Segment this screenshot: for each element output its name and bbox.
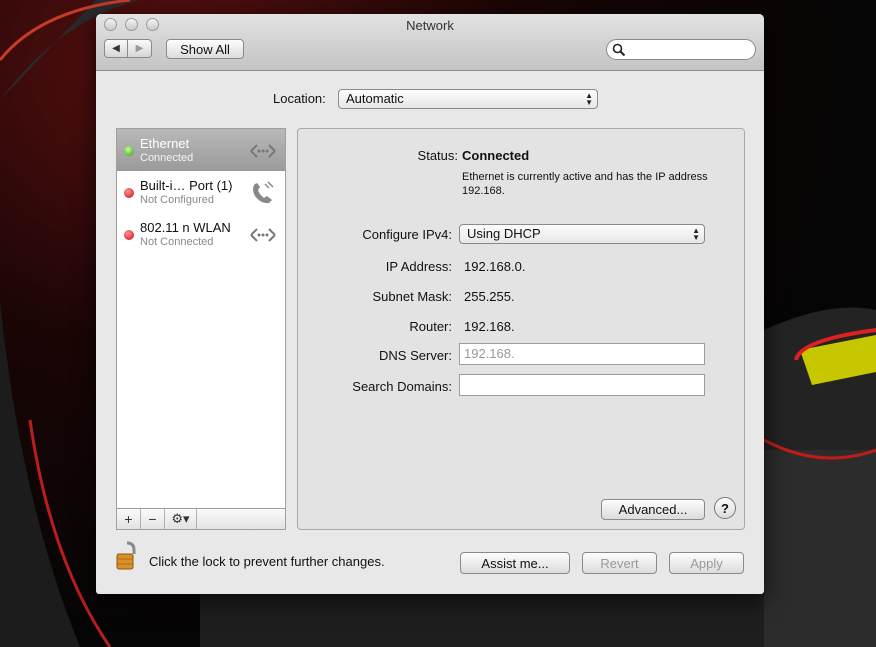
search-field[interactable] (606, 39, 756, 60)
ip-address-value: 192.168.0. (464, 259, 526, 274)
service-list-toolbar: + − ⚙▾ (117, 508, 285, 529)
status-indicator-icon (124, 146, 134, 156)
revert-button[interactable]: Revert (582, 552, 657, 574)
configure-ipv4-popup[interactable]: Using DHCP ▲ ▼ (459, 224, 705, 244)
service-status: Not Configured (140, 194, 214, 206)
network-preferences-window: Network ◀ ▶ Show All Location: Automatic… (96, 14, 764, 594)
configure-ipv4-label: Configure IPv4: (362, 227, 452, 242)
dns-server-field[interactable]: 192.168. (459, 343, 705, 365)
lock-icon[interactable] (116, 541, 138, 571)
nav-buttons: ◀ ▶ (104, 39, 152, 58)
assist-me-button[interactable]: Assist me... (460, 552, 570, 574)
status-indicator-icon (124, 188, 134, 198)
show-all-button[interactable]: Show All (166, 39, 244, 59)
subnet-mask-value: 255.255. (464, 289, 515, 304)
apply-button[interactable]: Apply (669, 552, 744, 574)
phone-icon (253, 181, 274, 204)
service-detail-panel: Status: Connected Ethernet is currently … (297, 128, 745, 530)
window-title: Network (406, 18, 454, 33)
service-item-ethernet[interactable]: Ethernet Connected (117, 129, 285, 171)
service-status: Connected (140, 152, 194, 164)
add-service-button[interactable]: + (117, 509, 141, 529)
router-label: Router: (409, 319, 452, 334)
popup-arrows-icon: ▲ ▼ (692, 226, 700, 242)
location-label: Location: (273, 91, 326, 106)
status-value: Connected (462, 148, 530, 163)
popup-arrows-icon: ▲ ▼ (585, 91, 593, 107)
advanced-button[interactable]: Advanced... (601, 499, 705, 520)
help-button[interactable]: ? (714, 497, 736, 519)
service-list: Ethernet Connected Built-i… Port (1) Not… (116, 128, 286, 530)
service-status: Not Connected (140, 236, 214, 248)
preferences-content: Location: Automatic ▲ ▼ Ethernet Connecte… (96, 71, 764, 594)
search-icon (612, 43, 626, 57)
location-value: Automatic (346, 91, 404, 106)
titlebar: Network ◀ ▶ Show All (96, 14, 764, 71)
status-description: Ethernet is currently active and has the… (462, 171, 708, 197)
ethernet-icon (250, 228, 276, 242)
back-button[interactable]: ◀ (104, 39, 128, 58)
forward-button[interactable]: ▶ (128, 39, 152, 58)
service-item-wlan[interactable]: 802.11 n WLAN Not Connected (117, 213, 285, 255)
ethernet-icon (250, 144, 276, 158)
status-indicator-icon (124, 230, 134, 240)
service-item-builtin-port[interactable]: Built-i… Port (1) Not Configured (117, 171, 285, 213)
location-popup[interactable]: Automatic ▲ ▼ (338, 89, 598, 109)
ip-address-label: IP Address: (385, 259, 452, 274)
router-value: 192.168. (464, 319, 515, 334)
subnet-mask-label: Subnet Mask: (372, 289, 453, 304)
search-domains-label: Search Domains: (352, 379, 452, 394)
configure-ipv4-value: Using DHCP (467, 226, 541, 241)
service-name: 802.11 n WLAN (140, 220, 231, 235)
status-label: Status: (417, 148, 458, 163)
remove-service-button[interactable]: − (141, 509, 165, 529)
gear-icon[interactable]: ⚙▾ (165, 509, 197, 529)
service-name: Built-i… Port (1) (140, 178, 233, 193)
search-domains-field[interactable] (459, 374, 705, 396)
service-name: Ethernet (140, 136, 190, 151)
lock-description: Click the lock to prevent further change… (149, 554, 385, 569)
dns-server-label: DNS Server: (379, 348, 452, 363)
